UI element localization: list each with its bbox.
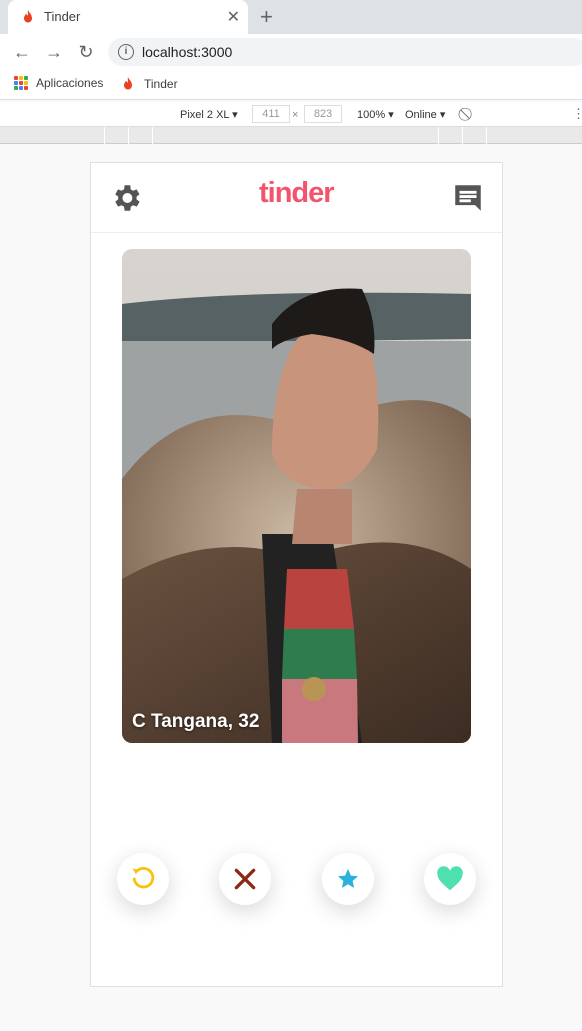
zoom-select[interactable]: 100% ▾ (357, 108, 394, 121)
new-tab-icon[interactable]: + (260, 4, 273, 30)
bookmark-label: Tinder (144, 77, 178, 91)
chat-icon[interactable] (451, 181, 485, 215)
media-query-ruler (0, 127, 582, 144)
device-toolbar: Pixel 2 XL ▾ 411 × 823 100% ▾ Online ▾ ⃠… (0, 102, 582, 127)
browser-tab-bar: Tinder ✕ + (0, 0, 582, 34)
star-icon (338, 869, 358, 888)
gear-icon[interactable] (109, 181, 143, 215)
url-text: localhost:3000 (142, 44, 233, 60)
nope-button[interactable] (219, 853, 271, 905)
dimension-separator: × (292, 109, 299, 121)
device-width-input[interactable]: 411 (252, 105, 290, 123)
tab-title: Tinder (44, 9, 81, 24)
heart-icon (437, 866, 463, 891)
browser-toolbar: ← → ↻ i localhost:3000 (0, 34, 582, 70)
app-header: tinder (91, 163, 502, 233)
close-icon (234, 868, 256, 890)
bookmarks-bar: Aplicaciones Tinder (0, 70, 582, 100)
address-bar[interactable]: i localhost:3000 (108, 38, 582, 66)
tinder-logo: tinder (259, 177, 335, 209)
back-icon[interactable]: ← (10, 40, 34, 64)
redo-icon (132, 866, 155, 889)
profile-card[interactable]: C Tangana, 32 (122, 249, 471, 743)
bookmark-tinder[interactable]: Tinder (120, 76, 178, 92)
info-icon[interactable]: i (118, 44, 134, 60)
device-height-input[interactable]: 823 (304, 105, 342, 123)
forward-icon[interactable]: → (42, 40, 66, 64)
profile-photo (122, 249, 471, 743)
browser-tab[interactable]: Tinder ✕ (8, 0, 248, 34)
network-select[interactable]: Online ▾ (405, 108, 445, 121)
app-viewport: tinder C Tangana, 32 (90, 162, 503, 987)
apps-grid-icon (14, 76, 28, 90)
more-icon[interactable]: ⋮ (572, 106, 582, 122)
tab-close-icon[interactable]: ✕ (227, 7, 240, 27)
bookmark-apps[interactable]: Aplicaciones (14, 76, 103, 90)
tinder-flame-icon (124, 77, 132, 90)
profile-name: C Tangana, 32 (132, 711, 260, 732)
superlike-button[interactable] (322, 853, 374, 905)
tinder-flame-icon (24, 10, 32, 23)
like-button[interactable] (424, 853, 476, 905)
swipe-actions (91, 853, 502, 905)
reload-icon[interactable]: ↻ (74, 40, 98, 64)
redo-button[interactable] (117, 853, 169, 905)
device-select[interactable]: Pixel 2 XL ▾ (180, 108, 238, 121)
bookmark-label: Aplicaciones (36, 76, 104, 90)
